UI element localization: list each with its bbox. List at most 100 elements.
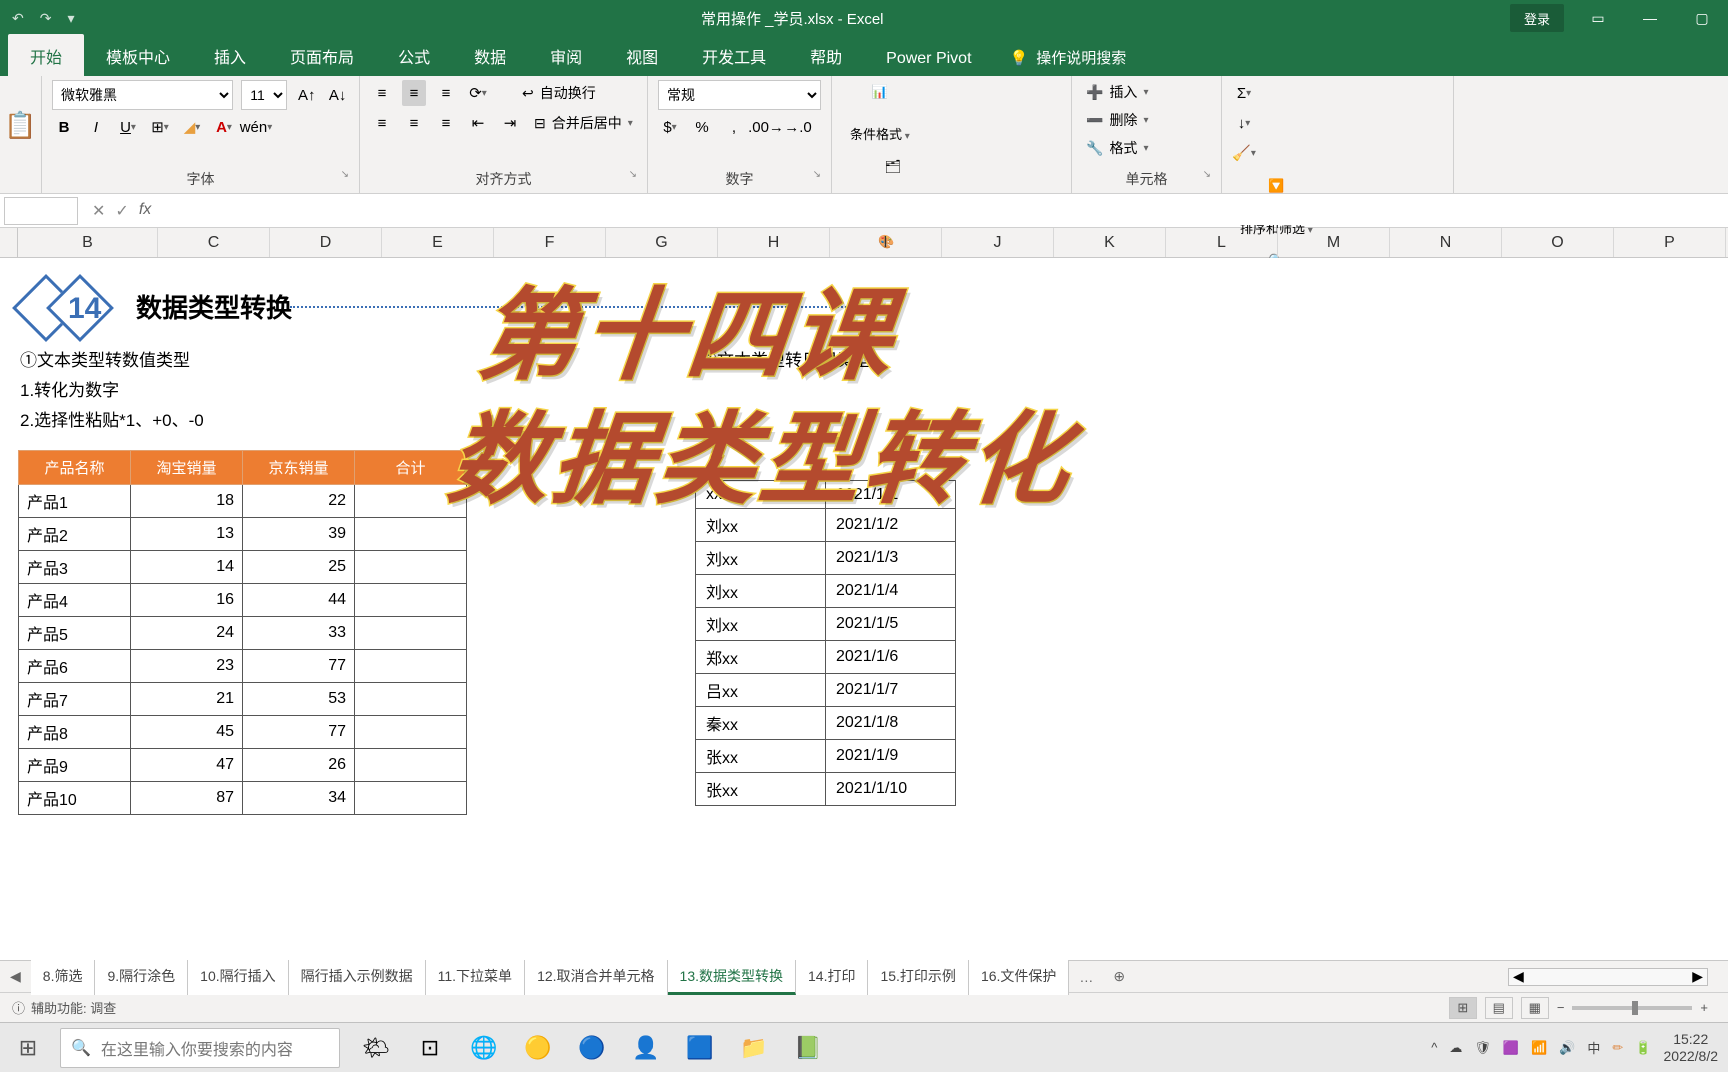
app1-icon[interactable]: 🔵 [570,1026,614,1070]
column-header[interactable]: D [270,228,382,257]
table-cell[interactable]: 2021/1/1 [826,481,956,509]
table-cell[interactable]: 22 [243,485,355,518]
tab-insert[interactable]: 插入 [192,34,268,76]
excel-icon[interactable]: 📗 [786,1026,830,1070]
align-left-icon[interactable]: ≡ [370,110,394,136]
table-cell[interactable]: 34 [243,782,355,815]
clear-icon[interactable]: 🧹 [1232,140,1256,166]
confirm-formula-icon[interactable]: ✓ [115,201,128,221]
table-row[interactable]: 产品31425 [19,551,467,584]
table-cell[interactable]: 产品1 [19,485,131,518]
table-row[interactable]: 产品11822 [19,485,467,518]
table-row[interactable]: 郑xx2021/1/6 [696,641,956,674]
table-cell[interactable] [355,617,467,650]
column-header[interactable]: F [494,228,606,257]
border-icon[interactable]: ⊞ [148,114,172,140]
table-cell[interactable]: 2021/1/5 [826,608,956,641]
table-cell[interactable]: 53 [243,683,355,716]
taskview-icon[interactable]: ⊡ [408,1026,452,1070]
table-row[interactable]: 产品72153 [19,683,467,716]
table-cell[interactable]: 2021/1/4 [826,575,956,608]
table-cell[interactable]: 2021/1/7 [826,674,956,707]
column-header[interactable]: N [1390,228,1502,257]
tab-developer[interactable]: 开发工具 [680,34,788,76]
table-row[interactable]: 产品41644 [19,584,467,617]
sheet-tab[interactable]: 11.下拉菜单 [426,959,525,995]
fill-icon[interactable]: ↓ [1232,110,1256,136]
table-cell[interactable]: 45 [131,716,243,749]
table-cell[interactable] [355,650,467,683]
qat-dropdown-icon[interactable]: ▾ [67,10,74,27]
qat-redo-icon[interactable]: ↷ [40,10,52,27]
sheet-tab[interactable]: 13.数据类型转换 [668,959,796,995]
font-color-icon[interactable]: A [212,114,236,140]
tab-pagelayout[interactable]: 页面布局 [268,34,376,76]
app3-icon[interactable]: 🟦 [678,1026,722,1070]
table-row[interactable]: 刘xx2021/1/3 [696,542,956,575]
table-row[interactable]: 刘xx2021/1/5 [696,608,956,641]
tab-review[interactable]: 审阅 [528,34,604,76]
comma-icon[interactable]: , [722,114,746,140]
format-cells-button[interactable]: 🔧格式 [1082,136,1211,160]
table-cell[interactable]: 18 [131,485,243,518]
minimize-icon[interactable]: — [1624,0,1676,36]
start-button[interactable]: ⊞ [0,1023,56,1073]
tray-security-icon[interactable]: 🛡 [1474,1040,1491,1056]
fx-icon[interactable]: fx [139,201,151,221]
font-name-select[interactable]: 微软雅黑 [52,80,233,110]
table-cell[interactable] [355,584,467,617]
table-cell[interactable]: 13 [131,518,243,551]
table-cell[interactable]: 16 [131,584,243,617]
bold-icon[interactable]: B [52,114,76,140]
align-top-icon[interactable]: ≡ [370,80,394,106]
accessibility-icon[interactable]: ⓘ [12,998,25,1017]
table-cell[interactable]: 产品8 [19,716,131,749]
column-header[interactable]: P [1614,228,1726,257]
table-row[interactable]: 张xx2021/1/9 [696,740,956,773]
table-cell[interactable]: 23 [131,650,243,683]
ribbon-display-icon[interactable]: ▭ [1572,0,1624,36]
column-header[interactable]: G [606,228,718,257]
page-layout-view-icon[interactable]: ▤ [1485,997,1513,1019]
tray-input-icon[interactable]: ✏ [1612,1040,1623,1056]
zoom-in-icon[interactable]: + [1700,1000,1708,1015]
tray-wifi-icon[interactable]: 📶 [1531,1040,1547,1056]
table-row[interactable]: xx2021/1/1 [696,481,956,509]
table-cell[interactable] [355,782,467,815]
tray-up-icon[interactable]: ^ [1431,1040,1437,1055]
table-cell[interactable]: 87 [131,782,243,815]
tab-home[interactable]: 开始 [8,34,84,76]
worksheet-grid[interactable]: 14 数据类型转换 ①文本类型转数值类型 ②文本类型转日期类型 1.转化为数字 … [0,258,1728,960]
sheet-tab[interactable]: 10.隔行插入 [188,959,288,995]
decrease-decimal-icon[interactable]: →.0 [786,114,810,140]
sheet-nav-prev-icon[interactable]: ◀ [0,968,31,985]
tray-volume-icon[interactable]: 🔊 [1559,1040,1575,1056]
fill-color-icon[interactable]: ◢ [180,114,204,140]
name-box[interactable] [4,197,78,225]
table-cell[interactable] [355,485,467,518]
table-cell[interactable]: 产品10 [19,782,131,815]
table-cell[interactable]: 2021/1/2 [826,509,956,542]
table-cell[interactable]: 14 [131,551,243,584]
scroll-left-icon[interactable]: ◀ [1509,968,1528,985]
increase-font-icon[interactable]: A↑ [295,82,318,108]
zoom-slider[interactable] [1572,1006,1692,1010]
table-cell[interactable] [355,716,467,749]
column-header[interactable]: C [158,228,270,257]
taskbar-search[interactable]: 🔍 在这里输入你要搜索的内容 [60,1028,340,1068]
column-header[interactable]: O [1502,228,1614,257]
table-cell[interactable]: 吕xx [696,674,826,707]
table-cell[interactable]: 39 [243,518,355,551]
table-cell[interactable]: 秦xx [696,707,826,740]
column-header[interactable]: B [18,228,158,257]
table-cell[interactable]: 张xx [696,773,826,806]
column-header[interactable]: L [1166,228,1278,257]
column-header[interactable]: J [942,228,1054,257]
table-cell[interactable]: xx [696,481,826,509]
table-row[interactable]: 秦xx2021/1/8 [696,707,956,740]
tab-powerpivot[interactable]: Power Pivot [864,40,993,76]
app2-icon[interactable]: 👤 [624,1026,668,1070]
column-header[interactable]: K [1054,228,1166,257]
decrease-font-icon[interactable]: A↓ [326,82,349,108]
align-center-icon[interactable]: ≡ [402,110,426,136]
